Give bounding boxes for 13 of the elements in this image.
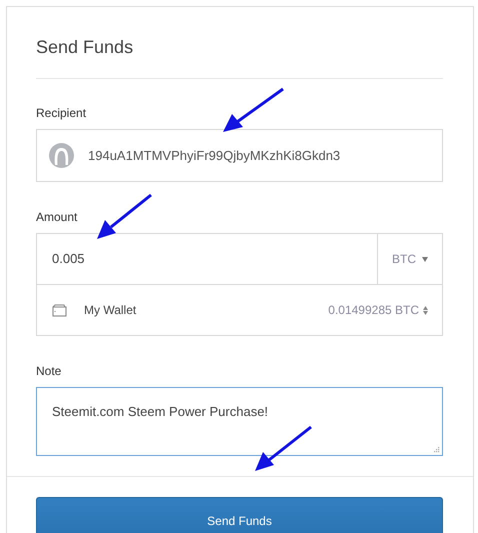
wallet-selector[interactable]: My Wallet 0.01499285 BTC [36, 285, 443, 336]
field-label: Recipient [36, 105, 86, 122]
send-funds-button[interactable]: Send Funds [36, 497, 443, 533]
form-title: Send Funds [36, 37, 134, 59]
wallet-icon [52, 304, 67, 316]
recipient-address: 194uA1MTMVPhyiFr99QjbyMKzhKi8Gkdn3 [88, 146, 340, 165]
resize-handle-icon[interactable] [433, 446, 440, 453]
sort-arrows-icon [423, 306, 428, 314]
avatar-icon [49, 143, 74, 168]
recipient-field[interactable]: 194uA1MTMVPhyiFr99QjbyMKzhKi8Gkdn3 [36, 129, 443, 182]
field-label: Note [36, 363, 62, 380]
field-label: Amount [36, 209, 78, 226]
note-field[interactable]: Steemit.com Steem Power Purchase! [36, 387, 443, 456]
